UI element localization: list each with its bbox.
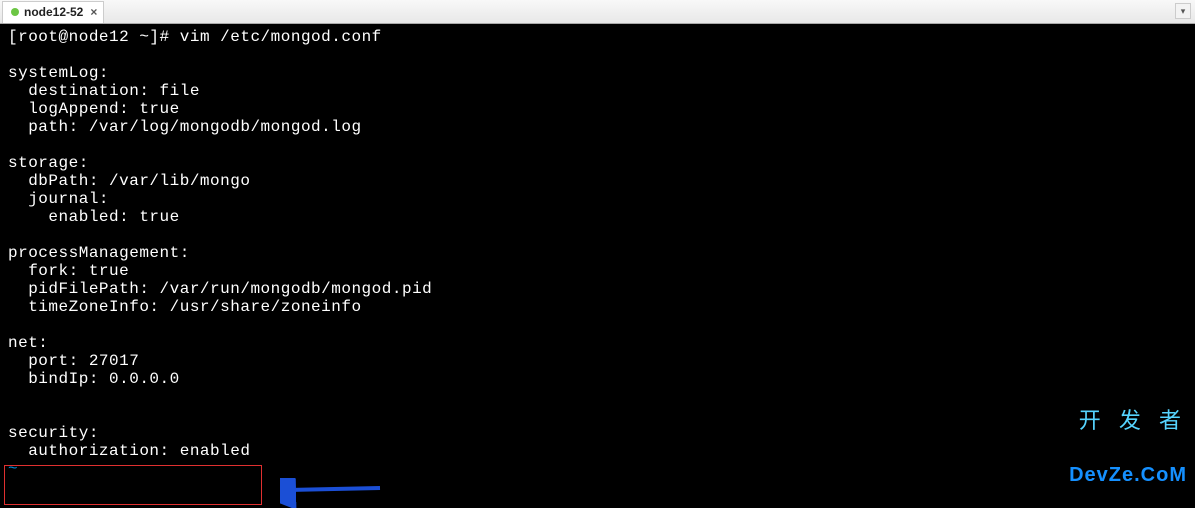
- watermark-line1: 开 发 者: [1069, 412, 1187, 430]
- watermark: 开 发 者 DevZe.CoM: [1069, 376, 1187, 502]
- arrow-annotation: [280, 478, 390, 508]
- file-line: path: /var/log/mongodb/mongod.log: [8, 118, 362, 136]
- file-line: storage:: [8, 154, 89, 172]
- vim-tilde: ~: [8, 460, 18, 478]
- tab-menu-button[interactable]: ▾: [1175, 3, 1191, 19]
- shell-prompt: [root@node12 ~]#: [8, 28, 180, 46]
- file-line: processManagement:: [8, 244, 190, 262]
- file-line: security:: [8, 424, 99, 442]
- chevron-down-icon: ▾: [1181, 6, 1186, 17]
- file-line: timeZoneInfo: /usr/share/zoneinfo: [8, 298, 362, 316]
- close-icon[interactable]: ×: [90, 5, 97, 19]
- terminal-view[interactable]: [root@node12 ~]# vim /etc/mongod.conf sy…: [0, 24, 1195, 508]
- file-line: logAppend: true: [8, 100, 180, 118]
- watermark-line2: DevZe.CoM: [1069, 466, 1187, 484]
- highlight-rectangle: [4, 465, 262, 505]
- file-line: fork: true: [8, 262, 129, 280]
- file-line: systemLog:: [8, 64, 109, 82]
- shell-command: vim /etc/mongod.conf: [180, 28, 382, 46]
- file-line: dbPath: /var/lib/mongo: [8, 172, 250, 190]
- file-line: journal:: [8, 190, 109, 208]
- file-line: net:: [8, 334, 48, 352]
- file-line: enabled: true: [8, 208, 180, 226]
- file-line-highlighted: authorization: enabled: [8, 442, 250, 460]
- file-line: port: 27017: [8, 352, 139, 370]
- file-line: destination: file: [8, 82, 200, 100]
- file-line: bindIp: 0.0.0.0: [8, 370, 180, 388]
- connection-status-icon: [11, 8, 19, 16]
- file-line: pidFilePath: /var/run/mongodb/mongod.pid: [8, 280, 432, 298]
- terminal-tab[interactable]: node12-52 ×: [2, 1, 104, 23]
- tab-label: node12-52: [24, 5, 83, 19]
- tab-bar: node12-52 × ▾: [0, 0, 1195, 24]
